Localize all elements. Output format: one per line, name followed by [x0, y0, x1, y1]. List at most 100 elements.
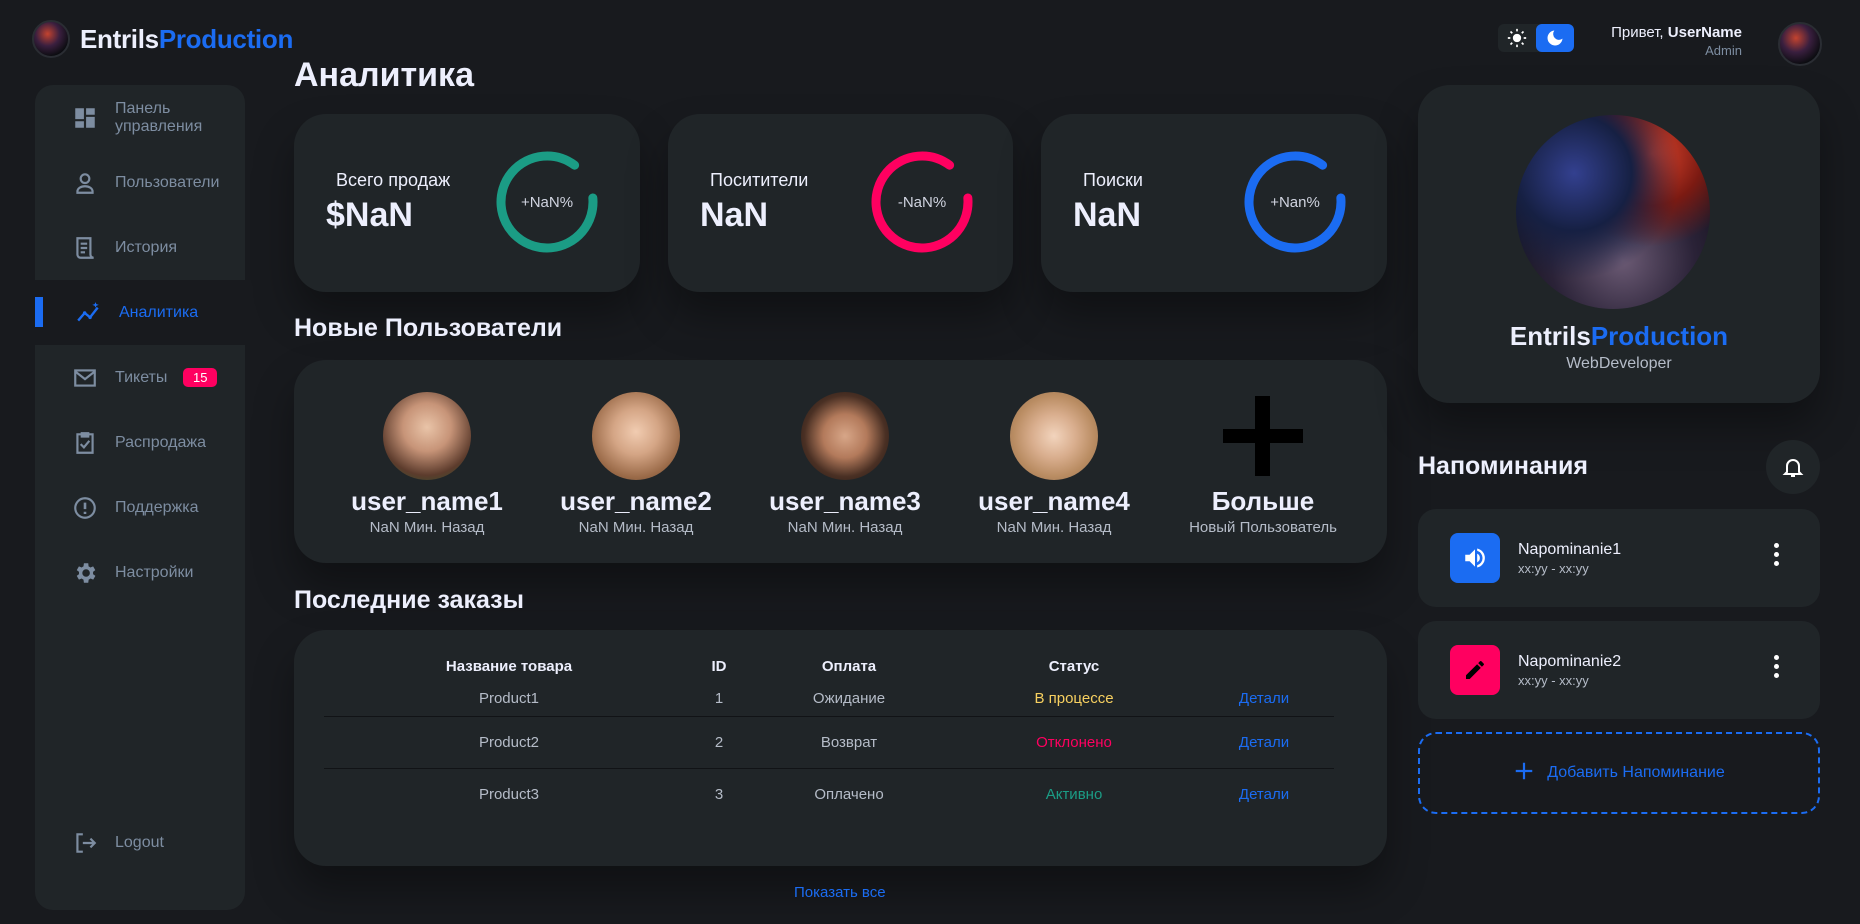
new-users-card: user_name1 NaN Мин. Назад user_name2 NaN… [294, 360, 1387, 563]
details-link[interactable]: Детали [1194, 682, 1334, 717]
reminder-item[interactable]: Napominanie2 xx:yy - xx:yy [1418, 621, 1820, 719]
user-time: NaN Мин. Назад [996, 519, 1112, 536]
status-cell: Активно [1045, 785, 1103, 803]
table-header-row: Название товара ID Оплата Статус [324, 650, 1334, 682]
user-time: NaN Мин. Назад [787, 519, 903, 536]
details-link[interactable]: Детали [1194, 716, 1334, 769]
user-time: NaN Мин. Назад [369, 519, 485, 536]
inventory-icon [71, 429, 99, 457]
product-cell: Product2 [324, 716, 694, 769]
sidebar-item-history[interactable]: История [35, 215, 245, 280]
user-name: user_name2 [560, 486, 712, 516]
gear-icon [71, 559, 99, 587]
new-user-item[interactable]: user_name1 NaN Мин. Назад [332, 392, 522, 536]
stat-percent: +Nan% [1270, 194, 1320, 211]
payment-cell: Оплачено [814, 785, 884, 803]
sidebar-item-label: Тикеты [115, 368, 168, 386]
reminders-title: Напоминания [1418, 452, 1588, 480]
reminder-time: xx:yy - xx:yy [1518, 561, 1589, 576]
stat-label: Поиски [1083, 170, 1143, 190]
payment-cell: Ожидание [744, 682, 954, 717]
stat-percent: -NaN% [897, 194, 947, 211]
product-cell: Product3 [478, 785, 540, 803]
stat-card-searches: Поиски NaN +Nan% [1041, 114, 1387, 292]
user-name: user_name4 [978, 486, 1130, 516]
new-user-item[interactable]: user_name3 NaN Мин. Назад [750, 392, 940, 536]
details-link[interactable]: Детали [1194, 768, 1334, 820]
brand-name-part2: Production [158, 23, 294, 54]
logout-label: Logout [115, 833, 164, 851]
user-name: user_name3 [769, 486, 921, 516]
sidebar-item-analytics[interactable]: Аналитика [35, 280, 245, 345]
sidebar-item-settings[interactable]: Настройки [35, 540, 245, 605]
user-avatar [1010, 392, 1098, 480]
logout-button[interactable]: Logout [35, 810, 245, 875]
show-all-link[interactable]: Показать все [794, 884, 886, 901]
stat-card-visitors: Поситители NaN -NaN% [668, 114, 1013, 292]
brand-name-part1: Entrils [80, 23, 159, 54]
table-row: Product3 3 Оплачено Активно Детали [324, 768, 1334, 820]
column-header: Оплата [821, 657, 877, 675]
brand-logo[interactable]: EntrilsProduction [32, 20, 293, 58]
id-cell: 3 [714, 785, 724, 803]
page-title: Аналитика [294, 56, 474, 94]
stat-value: $NaN [326, 196, 413, 234]
edit-icon [1450, 645, 1500, 695]
status-cell: В процессе [954, 682, 1194, 717]
active-indicator [35, 297, 43, 327]
theme-toggle[interactable] [1498, 24, 1574, 52]
reminder-item[interactable]: Napominanie1 xx:yy - xx:yy [1418, 509, 1820, 607]
profile-name-part2: Production [1590, 321, 1729, 351]
user-avatar[interactable] [1778, 22, 1822, 66]
sidebar-item-label: Настройки [115, 563, 194, 581]
new-users-title: Новые Пользователи [294, 314, 563, 342]
ticket-count-badge: 15 [183, 368, 218, 387]
user-name: Больше [1211, 486, 1315, 516]
reminder-time: xx:yy - xx:yy [1518, 673, 1589, 688]
sidebar-item-support[interactable]: Поддержка [35, 475, 245, 540]
user-avatar [592, 392, 680, 480]
brand-name: EntrilsProduction [80, 24, 293, 55]
sidebar-item-label: Аналитика [119, 303, 199, 321]
plus-icon [1219, 392, 1307, 480]
profile-name-part1: Entrils [1509, 321, 1591, 351]
status-cell: Отклонено [954, 716, 1194, 769]
bell-icon[interactable] [1766, 440, 1820, 494]
orders-card: Название товара ID Оплата Статус Product… [294, 630, 1387, 866]
header-username: UserName [1667, 24, 1742, 41]
payment-cell: Возврат [744, 716, 954, 769]
user-greeting: Привет, UserName Admin [1611, 24, 1742, 58]
insights-icon [75, 299, 103, 327]
stat-label: Поситители [710, 170, 809, 190]
new-user-item[interactable]: user_name4 NaN Мин. Назад [959, 392, 1149, 536]
more-vertical-icon[interactable] [1774, 655, 1780, 682]
orders-table: Название товара ID Оплата Статус Product… [324, 650, 1334, 820]
user-name: user_name1 [351, 486, 503, 516]
new-user-item[interactable]: user_name2 NaN Мин. Назад [541, 392, 731, 536]
sidebar-item-label: Поддержка [115, 498, 199, 516]
sidebar-item-label: Распродажа [115, 433, 206, 451]
dashboard-icon [71, 104, 99, 132]
sidebar-item-label: История [115, 238, 178, 256]
sidebar-item-label: Пользователи [115, 173, 220, 191]
sidebar-item-sale[interactable]: Распродажа [35, 410, 245, 475]
sidebar-item-users[interactable]: Пользователи [35, 150, 245, 215]
column-header: Название товара [445, 657, 573, 675]
profile-card: EntrilsProduction WebDeveloper [1418, 85, 1820, 403]
person-icon [71, 169, 99, 197]
stat-card-sales: Всего продаж $NaN +NaN% [294, 114, 640, 292]
sun-icon[interactable] [1498, 24, 1536, 52]
stat-percent: +NaN% [520, 194, 574, 211]
new-users-list: user_name1 NaN Мин. Назад user_name2 NaN… [294, 392, 1387, 542]
table-row: Product2 2 Возврат Отклонено Детали [324, 716, 1334, 769]
profile-photo [1516, 115, 1710, 309]
reminder-title: Napominanie1 [1518, 541, 1622, 558]
stat-value: NaN [700, 196, 769, 234]
sidebar-item-tickets[interactable]: Тикеты 15 [35, 345, 245, 410]
more-vertical-icon[interactable] [1774, 543, 1780, 570]
add-reminder-button[interactable]: Добавить Напоминание [1418, 732, 1820, 814]
user-time: Новый Пользователь [1189, 519, 1337, 536]
more-users-button[interactable]: Больше Новый Пользователь [1168, 392, 1358, 536]
moon-icon[interactable] [1536, 24, 1574, 52]
sidebar-item-dashboard[interactable]: Панель управления [35, 85, 245, 150]
